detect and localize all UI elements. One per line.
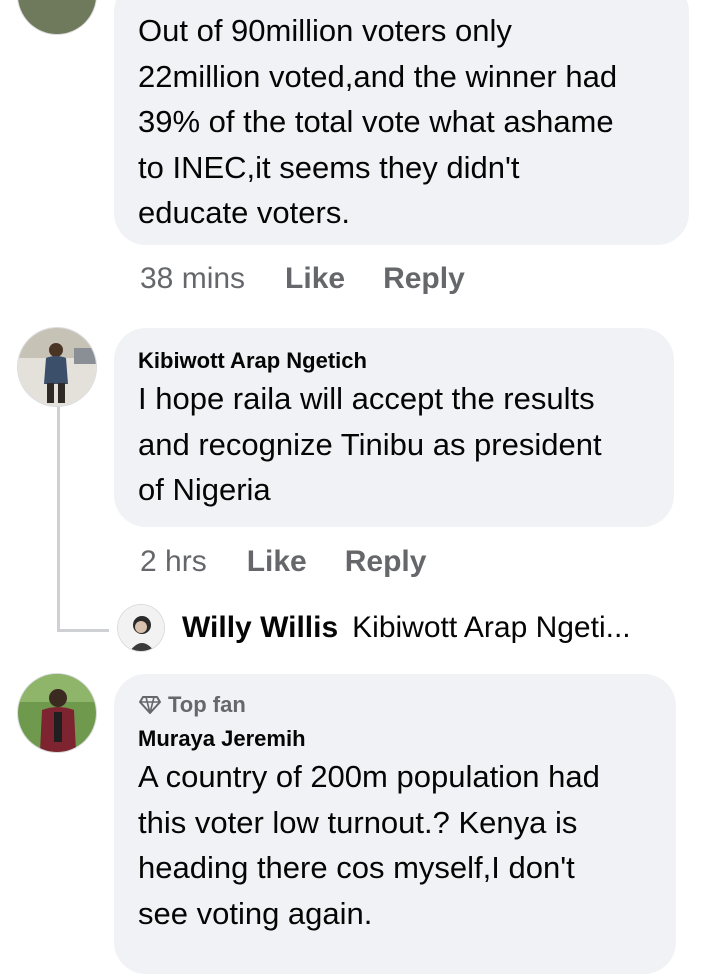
comment-line: A country of 200m population had xyxy=(138,759,600,794)
commenter-avatar[interactable] xyxy=(18,674,96,752)
comment-text: A country of 200m population had this vo… xyxy=(138,754,652,936)
comment-line: see voting again. xyxy=(138,895,373,931)
reply-author-name[interactable]: Willy Willis xyxy=(182,611,338,645)
top-fan-badge: Top fan xyxy=(138,690,652,720)
comment-line: 39% of the total vote what ashame xyxy=(138,104,614,139)
reply-author-avatar[interactable] xyxy=(118,605,164,651)
comment-line: educate voters. xyxy=(138,195,350,230)
comment-actions: 2 hrs Like Reply xyxy=(140,545,464,579)
comment-timestamp[interactable]: 2 hrs xyxy=(140,545,207,579)
comment-author[interactable]: Muraya Jeremih xyxy=(138,726,652,752)
comment-bubble: Kibiwott Arap Ngetich I hope raila will … xyxy=(114,328,674,527)
comment-author[interactable]: Kibiwott Arap Ngetich xyxy=(138,348,650,374)
comment-line: of Nigeria xyxy=(138,472,271,507)
reply-thread-connector xyxy=(57,629,109,632)
like-button[interactable]: Like xyxy=(247,545,307,579)
diamond-icon xyxy=(139,696,161,714)
top-fan-label: Top fan xyxy=(168,692,246,717)
reply-snippet[interactable]: Kibiwott Arap Ngeti... xyxy=(352,611,630,645)
reply-button[interactable]: Reply xyxy=(345,545,427,579)
reply-thread-line xyxy=(57,405,60,631)
comment-actions: 38 mins Like Reply xyxy=(140,262,503,296)
comment-line: 22million voted,and the winner had xyxy=(138,58,618,94)
comment-timestamp[interactable]: 38 mins xyxy=(140,262,245,296)
comment-bubble: Top fan Muraya Jeremih A country of 200m… xyxy=(114,674,676,974)
comment-line: this voter low turnout.? Kenya is xyxy=(138,804,578,840)
reply-button[interactable]: Reply xyxy=(383,262,465,296)
comment-line: heading there cos myself,I don't xyxy=(138,850,575,885)
reply-preview[interactable]: Willy Willis Kibiwott Arap Ngeti... xyxy=(118,604,631,652)
commenter-avatar[interactable] xyxy=(18,328,96,406)
comment-line: I hope raila will accept the results xyxy=(138,381,595,416)
comment-line: and recognize Tinibu as president xyxy=(138,426,602,462)
comment-line: Out of 90million voters only xyxy=(138,13,512,48)
comment-text: I hope raila will accept the results and… xyxy=(138,376,650,513)
like-button[interactable]: Like xyxy=(285,262,345,296)
commenter-avatar[interactable] xyxy=(18,0,96,34)
comment-text: Out of 90million voters only 22million v… xyxy=(138,8,665,236)
comment-line: to INEC,it seems they didn't xyxy=(138,149,520,185)
comment-bubble: Out of 90million voters only 22million v… xyxy=(114,0,689,245)
